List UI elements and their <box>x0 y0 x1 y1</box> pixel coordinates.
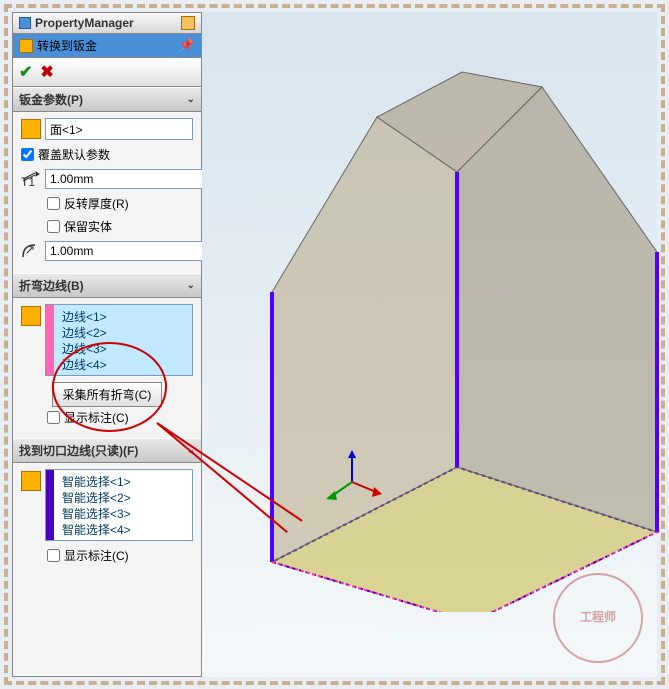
override-defaults-checkbox[interactable] <box>21 148 34 161</box>
rip-edges-icon <box>21 471 41 491</box>
rips-callout-label: 显示标注(C) <box>64 547 129 564</box>
list-item: 智能选择<3> <box>60 506 190 522</box>
fixed-face-value: 面<1> <box>50 121 83 138</box>
list-item[interactable]: 边线<2> <box>60 325 190 341</box>
bends-callout-checkbox[interactable] <box>47 411 60 424</box>
thickness-input[interactable] <box>45 169 210 189</box>
bend-edges-listbox[interactable]: 边线<1> 边线<2> 边线<3> 边线<4> <box>45 304 193 376</box>
thickness-icon: T1 <box>21 170 41 188</box>
collect-bends-button[interactable]: 采集所有折弯(C) <box>52 382 163 407</box>
chevron-down-icon: ⌄ <box>187 445 195 456</box>
bend-edges-icon <box>21 306 41 326</box>
list-item: 智能选择<2> <box>60 490 190 506</box>
keep-body-checkbox[interactable] <box>47 220 60 233</box>
graphics-viewport[interactable]: 工程师 <box>202 12 657 677</box>
confirm-bar: ✔ ✖ <box>13 58 201 87</box>
section-title-rips: 找到切口边线(只读)(F) <box>19 442 138 459</box>
chevron-down-icon: ⌄ <box>187 280 195 291</box>
pm-title: PropertyManager <box>35 16 177 30</box>
list-item[interactable]: 边线<4> <box>60 357 190 373</box>
ok-button[interactable]: ✔ <box>19 62 32 82</box>
list-item: 智能选择<4> <box>60 522 190 538</box>
pin-icon[interactable]: 📌 <box>179 38 195 54</box>
list-item[interactable]: 边线<1> <box>60 309 190 325</box>
override-defaults-label: 覆盖默认参数 <box>38 146 110 163</box>
model-preview <box>242 52 662 612</box>
section-body-rips: 智能选择<1> 智能选择<2> 智能选择<3> 智能选择<4> 显示标注(C) <box>13 463 201 576</box>
keep-body-label: 保留实体 <box>64 218 112 235</box>
bend-radius-icon <box>21 242 41 260</box>
section-body-bends: 边线<1> 边线<2> 边线<3> 边线<4> 采集所有折弯(C) 显示标注(C… <box>13 298 201 438</box>
section-head-params[interactable]: 钣金参数(P) ⌄ <box>13 87 201 112</box>
rips-callout-checkbox[interactable] <box>47 549 60 562</box>
reverse-thickness-checkbox[interactable] <box>47 197 60 210</box>
list-item: 智能选择<1> <box>60 474 190 490</box>
pm-header: PropertyManager <box>13 13 201 34</box>
fixed-face-icon <box>21 119 41 139</box>
reverse-thickness-label: 反转厚度(R) <box>64 195 129 212</box>
chevron-down-icon: ⌄ <box>187 94 195 105</box>
feature-title: 转换到钣金 <box>37 37 175 54</box>
feature-title-bar: 转换到钣金 📌 <box>13 34 201 58</box>
section-title-params: 钣金参数(P) <box>19 91 83 108</box>
bends-callout-label: 显示标注(C) <box>64 409 129 426</box>
property-manager-panel: PropertyManager 转换到钣金 📌 ✔ ✖ 钣金参数(P) ⌄ 面<… <box>12 12 202 677</box>
fixed-face-field[interactable]: 面<1> <box>45 118 193 140</box>
section-head-rips[interactable]: 找到切口边线(只读)(F) ⌄ <box>13 438 201 463</box>
rip-edges-listbox: 智能选择<1> 智能选择<2> 智能选择<3> 智能选择<4> <box>45 469 193 541</box>
list-item[interactable]: 边线<3> <box>60 341 190 357</box>
pm-logo-icon <box>19 17 31 29</box>
section-head-bends[interactable]: 折弯边线(B) ⌄ <box>13 273 201 298</box>
pm-header-tool-icon[interactable] <box>181 16 195 30</box>
convert-sheetmetal-icon <box>19 39 33 53</box>
svg-text:T1: T1 <box>21 175 35 187</box>
section-body-params: 面<1> 覆盖默认参数 T1 ▲▼ 反转厚度(R) 保留实体 <box>13 112 201 273</box>
bend-radius-input[interactable] <box>45 241 210 261</box>
section-title-bends: 折弯边线(B) <box>19 277 84 294</box>
cancel-button[interactable]: ✖ <box>40 62 53 82</box>
